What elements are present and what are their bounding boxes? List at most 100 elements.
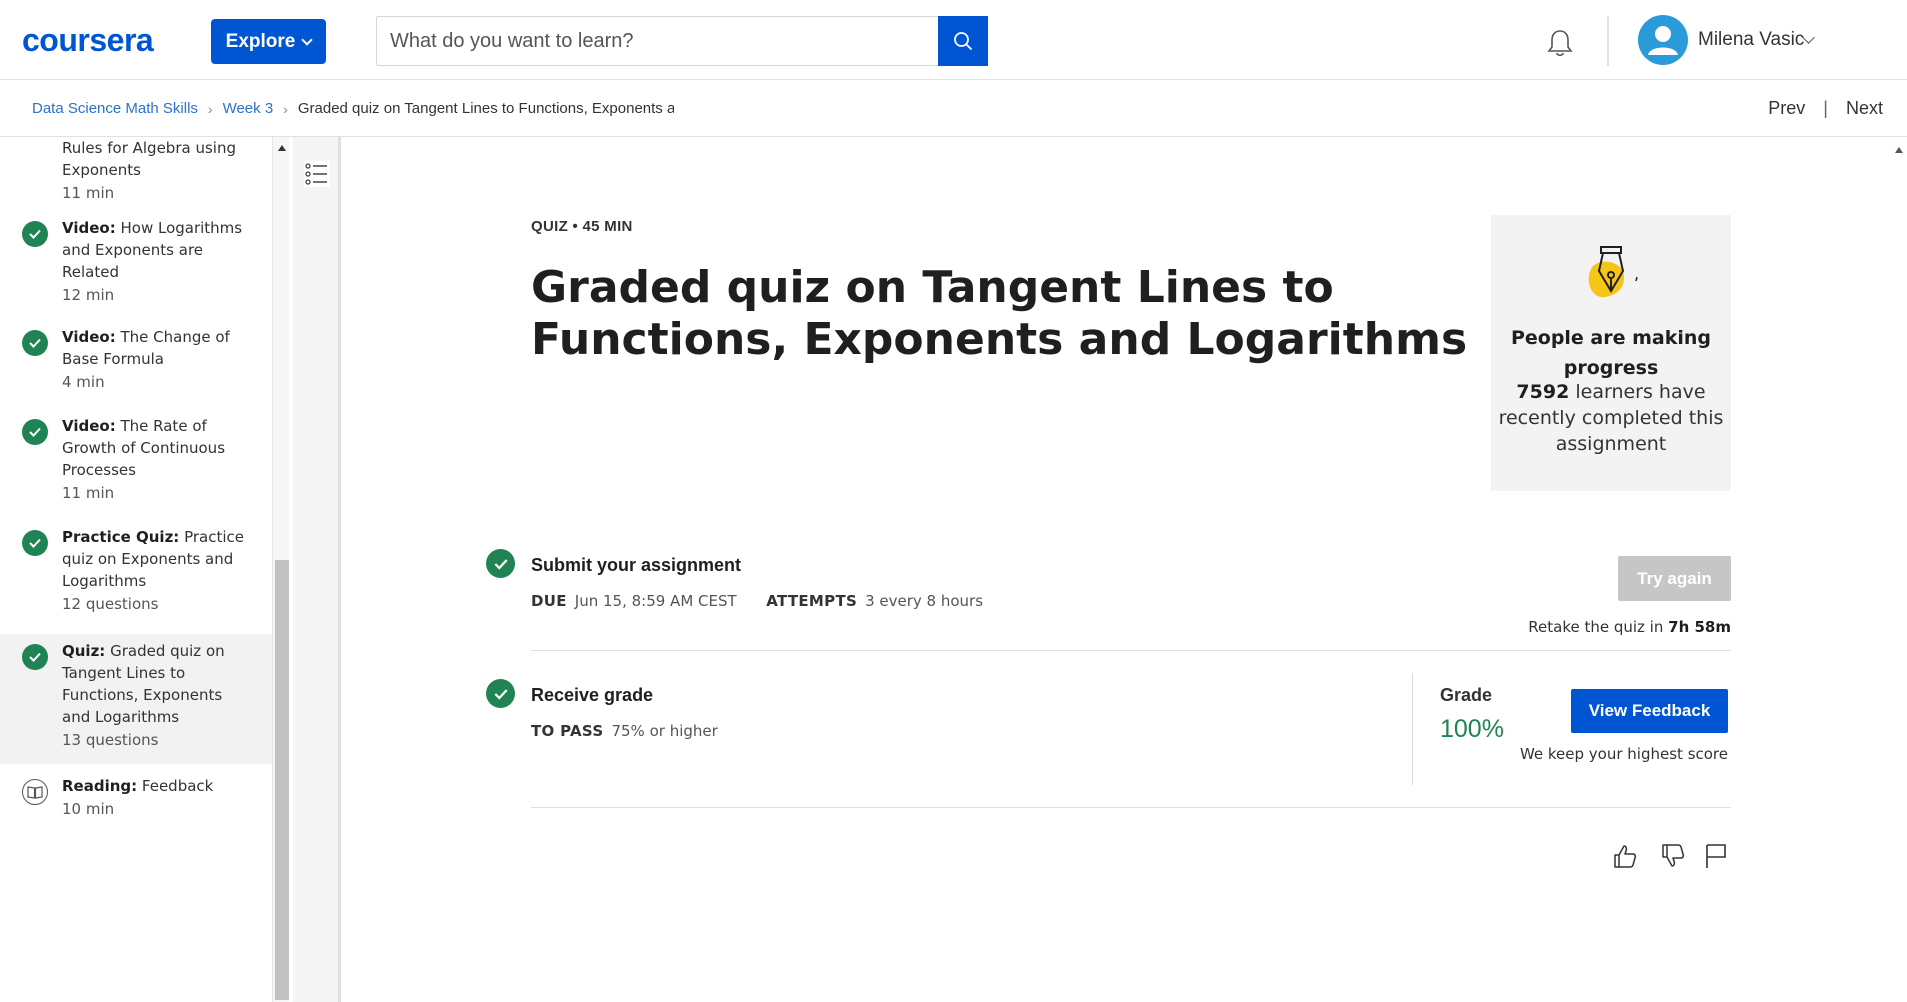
notification-bell-icon[interactable] [1543,26,1577,60]
sidebar-item-text: Video: The Change of Base Formula 4 min [62,326,247,394]
scroll-up-arrow-icon[interactable] [1895,147,1903,153]
sidebar-item-meta: 4 min [62,373,105,391]
section-divider [531,650,1731,651]
breadcrumb-current: Graded quiz on Tangent Lines to Function… [297,100,674,117]
sidebar-item-practice-quiz[interactable]: Practice Quiz: Practice quiz on Exponent… [0,526,272,626]
course-outline-sidebar: Rules for Algebra using Exponents 11 min… [0,137,272,1002]
search-bar [376,16,988,66]
breadcrumb-chevron-icon: › [283,100,288,117]
chevron-down-icon [301,33,314,46]
item-kicker: QUIZ • 45 MIN [531,218,633,235]
sidebar-item-text: Video: The Rate of Growth of Continuous … [62,415,247,505]
due-value: Jun 15, 8:59 AM CEST [574,592,737,610]
sidebar-item-meta: 11 min [62,484,115,502]
breadcrumb-bar: Data Science Math Skills › Week 3 › Grad… [0,81,1907,137]
breadcrumb-week-link[interactable]: Week 3 [223,100,274,117]
section-divider [531,807,1731,808]
receive-grade-title: Receive grade [531,685,654,705]
to-pass-label: TO PASS [531,722,604,740]
sidebar-item-text: Quiz: Graded quiz on Tangent Lines to Fu… [62,640,247,752]
avatar[interactable] [1638,15,1688,65]
sidebar-item-title: Feedback [141,777,214,795]
thumbs-down-icon[interactable] [1659,842,1687,870]
pen-nib-icon [1588,246,1638,298]
retake-countdown: Retake the quiz in 7h 58m [1528,618,1731,636]
sidebar-item-type: Reading: [62,777,138,795]
sidebar-item-meta: 13 questions [62,731,159,749]
sidebar-item-text: Rules for Algebra using Exponents 11 min [62,137,247,205]
grade-divider [1412,673,1413,785]
completed-check-icon [22,221,48,247]
sidebar-item-meta: 10 min [62,800,115,818]
scroll-up-arrow-icon[interactable] [278,145,286,151]
grade-label: Grade [1440,685,1493,705]
search-icon [954,32,973,51]
pass-requirement: TO PASS 75% or higher [531,722,718,740]
sidebar-item-type: Video: [62,219,116,237]
view-feedback-button[interactable]: View Feedback [1571,689,1728,733]
explore-label: Explore [225,30,296,52]
sidebar-item-video-logarithms[interactable]: Video: How Logarithms and Exponents are … [0,217,272,317]
retake-time: 7h 58m [1668,618,1731,636]
sidebar-item-rules-algebra[interactable]: Rules for Algebra using Exponents 11 min [0,137,272,207]
nav-separator: | [1823,98,1828,118]
try-again-button[interactable]: Try again [1618,556,1731,601]
sidebar-item-graded-quiz[interactable]: Quiz: Graded quiz on Tangent Lines to Fu… [0,634,272,764]
next-link[interactable]: Next [1846,98,1883,119]
attempts-label: ATTEMPTS [766,592,858,610]
prev-next-nav: Prev | Next [1768,98,1883,119]
retake-prefix: Retake the quiz in [1528,618,1664,636]
completed-check-icon [22,644,48,670]
submit-meta: DUE Jun 15, 8:59 AM CEST ATTEMPTS 3 every … [531,592,983,610]
due-label: DUE [531,592,567,610]
breadcrumb: Data Science Math Skills › Week 3 › Grad… [32,100,674,117]
prev-link[interactable]: Prev [1768,98,1805,119]
breadcrumb-chevron-icon: › [207,100,213,117]
progress-card-body: 7592 learners have recently completed th… [1491,379,1731,457]
coursera-logo[interactable]: coursera [22,22,154,59]
sidebar-item-meta: 12 min [62,286,115,304]
header-divider [1607,16,1609,66]
reading-book-icon [22,779,48,805]
completed-check-icon [22,419,48,445]
grade-complete-check-icon [486,679,515,708]
search-button[interactable] [938,16,988,66]
sidebar-item-meta: 12 questions [62,595,159,613]
outline-toggle-column [293,137,341,1002]
sidebar-item-type: Video: [62,417,116,435]
completed-check-icon [22,530,48,556]
user-name[interactable]: Milena Vasic [1698,29,1804,51]
sidebar-item-type: Video: [62,328,116,346]
sidebar-item-text: Video: How Logarithms and Exponents are … [62,217,247,307]
search-input[interactable] [377,17,939,65]
main-scrollbar[interactable] [1890,137,1907,1002]
sidebar-item-reading-feedback[interactable]: Reading: Feedback 10 min [0,775,272,835]
submit-assignment-title: Submit your assignment [531,555,742,575]
attempts-value: 3 every 8 hours [865,592,984,610]
sidebar-scroll-thumb[interactable] [275,560,289,1000]
flag-icon[interactable] [1702,842,1730,870]
sidebar-scrollbar[interactable] [272,137,289,1002]
explore-button[interactable]: Explore [211,19,326,64]
page-title: Graded quiz on Tangent Lines to Function… [531,262,1468,365]
progress-card-heading: People are making progress [1510,327,1712,379]
sidebar-item-text: Practice Quiz: Practice quiz on Exponent… [62,526,247,616]
sidebar-item-video-change-base[interactable]: Video: The Change of Base Formula 4 min [0,326,272,406]
progress-card: People are making progress 7592 learners… [1491,215,1731,491]
sidebar-item-title: Rules for Algebra using Exponents [62,139,236,179]
top-header: coursera Explore Milena Vasic [0,0,1907,80]
learner-count: 7592 [1516,381,1570,403]
breadcrumb-course-link[interactable]: Data Science Math Skills [32,100,198,117]
sidebar-item-type: Practice Quiz: [62,528,180,546]
thumbs-up-icon[interactable] [1611,842,1639,870]
sidebar-item-text: Reading: Feedback 10 min [62,775,247,821]
list-outline-icon[interactable] [304,161,330,187]
sidebar-item-type: Quiz: [62,642,106,660]
submit-complete-check-icon [486,549,515,578]
grade-value: 100% [1440,715,1504,743]
user-avatar-icon [1648,26,1678,55]
sidebar-item-meta: 11 min [62,184,115,202]
highest-score-note: We keep your highest score [1519,745,1728,763]
completed-check-icon [22,330,48,356]
sidebar-item-video-rate-growth[interactable]: Video: The Rate of Growth of Continuous … [0,415,272,515]
